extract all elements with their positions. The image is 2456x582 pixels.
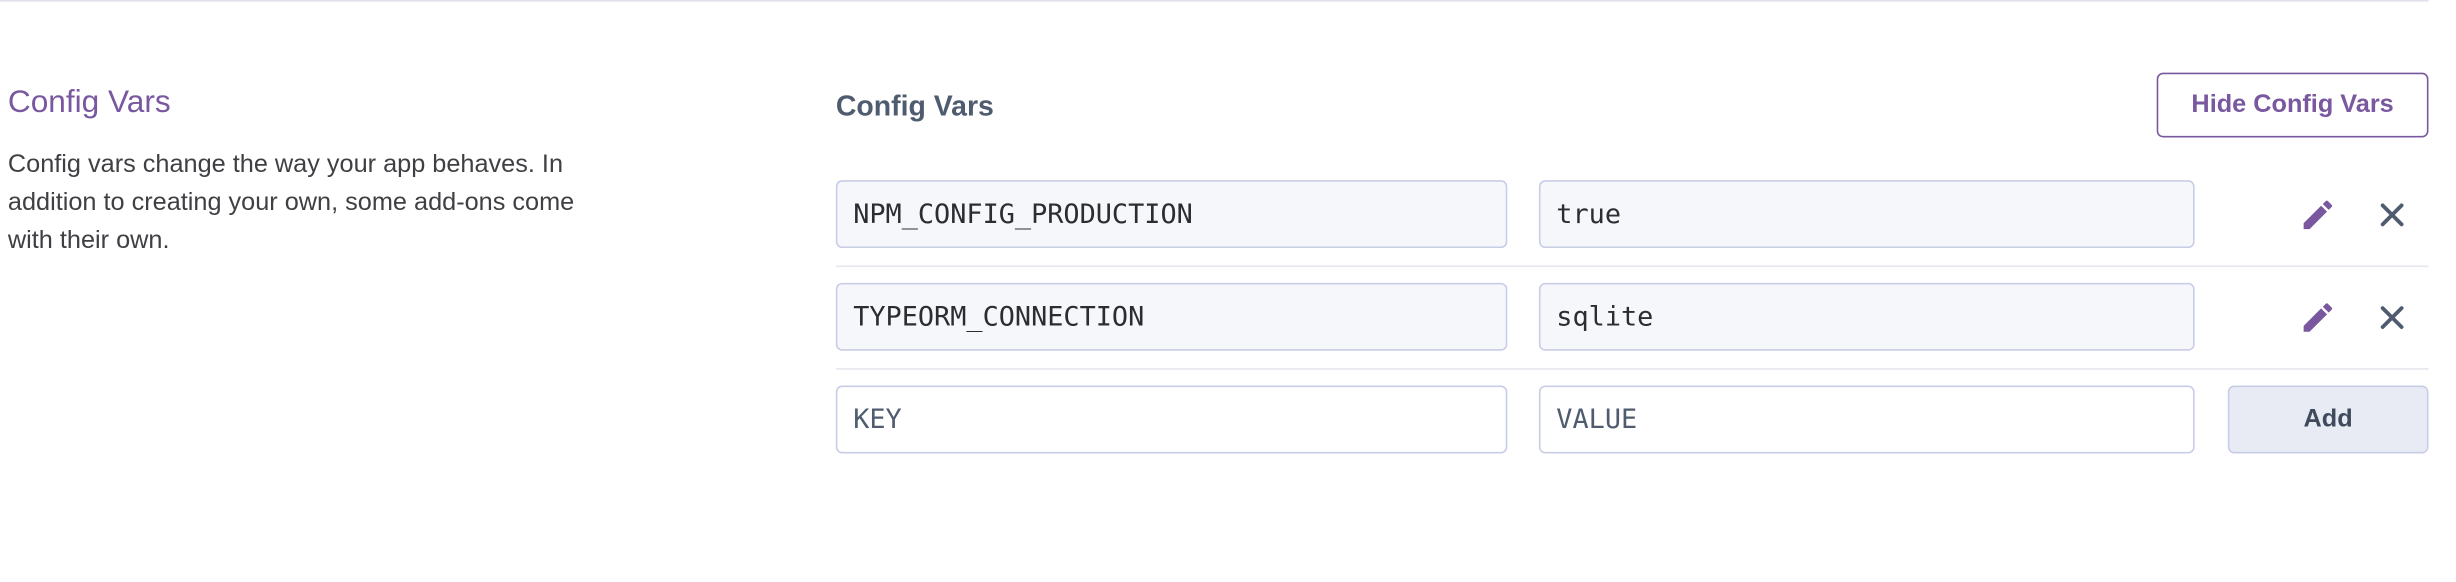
config-var-key-field[interactable]: TYPEORM_CONNECTION xyxy=(835,282,1508,351)
close-icon[interactable] xyxy=(2368,191,2415,238)
pencil-icon[interactable] xyxy=(2294,294,2341,341)
config-var-row: TYPEORM_CONNECTION sqlite xyxy=(835,265,2429,370)
new-key-input[interactable]: KEY xyxy=(835,385,1508,454)
hide-config-vars-button[interactable]: Hide Config Vars xyxy=(2156,72,2429,138)
close-icon[interactable] xyxy=(2368,294,2415,341)
section-description: Config vars change the way your app beha… xyxy=(7,151,575,255)
add-config-var-button[interactable]: Add xyxy=(2227,385,2429,454)
new-value-input[interactable]: VALUE xyxy=(1538,385,2195,454)
section-divider xyxy=(0,0,2429,2)
config-var-row: NPM_CONFIG_PRODUCTION true xyxy=(835,163,2429,268)
panel-title: Config Vars xyxy=(835,90,994,122)
config-var-value-field[interactable]: true xyxy=(1538,180,2195,249)
config-var-value-field[interactable]: sqlite xyxy=(1538,282,2195,351)
config-var-key-field[interactable]: NPM_CONFIG_PRODUCTION xyxy=(835,180,1508,249)
new-config-var-row: KEY VALUE Add xyxy=(835,368,2429,471)
config-vars-page: Config Vars Config vars change the way y… xyxy=(0,0,2455,581)
pencil-icon[interactable] xyxy=(2294,191,2341,238)
section-title: Config Vars xyxy=(7,85,171,121)
